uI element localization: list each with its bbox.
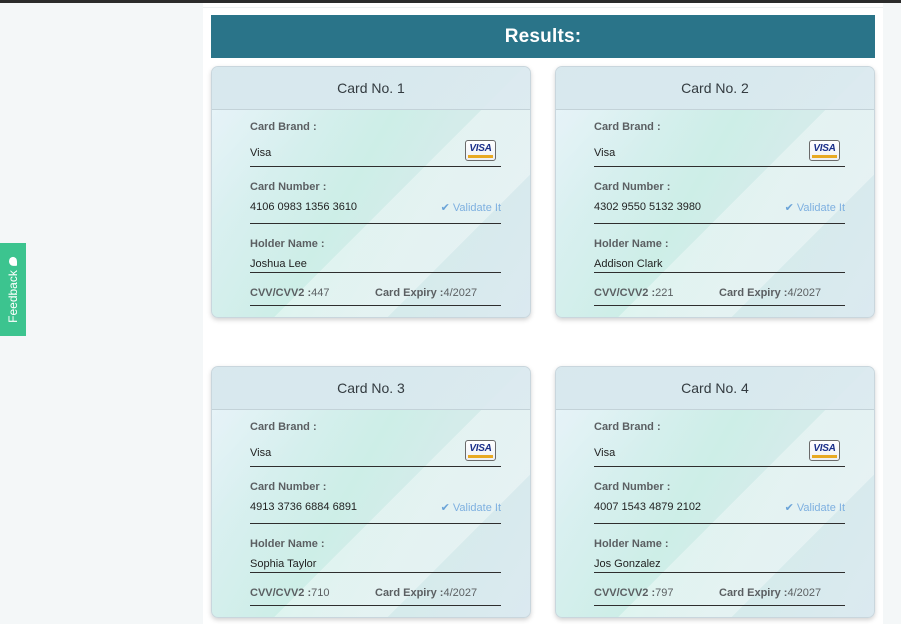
results-header: Results: bbox=[211, 15, 875, 58]
cvv-value: 221 bbox=[655, 287, 674, 299]
visa-logo-text: VISA bbox=[469, 143, 492, 154]
visa-logo-text: VISA bbox=[813, 443, 836, 454]
cvv-label: CVV/CVV2 : bbox=[594, 287, 656, 299]
card-brand-label: Card Brand : bbox=[250, 121, 317, 133]
expiry-field: Card Expiry :4/2027 bbox=[375, 287, 477, 299]
panel-top-strip bbox=[203, 3, 883, 8]
validate-label: Validate It bbox=[796, 202, 845, 214]
card-brand-value: Visa bbox=[594, 147, 616, 159]
card-4: Card No. 4 Card Brand : Visa VISA Card N… bbox=[555, 366, 875, 618]
card-number-field: Card Number : 4007 1543 4879 2102 ✔ Valid… bbox=[594, 467, 845, 524]
card-number-label: Card Number : bbox=[250, 481, 327, 493]
cvv-expiry-row: CVV/CVV2 :221 Card Expiry :4/2027 bbox=[594, 273, 845, 306]
cvv-field: CVV/CVV2 :710 bbox=[250, 587, 330, 599]
visa-logo-icon: VISA bbox=[465, 140, 496, 161]
expiry-value: 4/2027 bbox=[443, 587, 478, 599]
holder-name-value: Sophia Taylor bbox=[250, 558, 317, 570]
chat-bubble-icon bbox=[9, 256, 17, 266]
visa-logo-icon: VISA bbox=[809, 140, 840, 161]
card-brand-label: Card Brand : bbox=[594, 121, 661, 133]
expiry-value: 4/2027 bbox=[443, 287, 478, 299]
check-icon: ✔ bbox=[784, 502, 794, 514]
expiry-field: Card Expiry :4/2027 bbox=[719, 587, 821, 599]
expiry-value: 4/2027 bbox=[787, 587, 822, 599]
expiry-label: Card Expiry : bbox=[719, 287, 788, 299]
card-number-value: 4106 0983 1356 3610 bbox=[250, 201, 358, 213]
card-1: Card No. 1 Card Brand : Visa VISA Card N… bbox=[211, 66, 531, 318]
visa-logo-text: VISA bbox=[469, 443, 492, 454]
holder-name-value: Addison Clark bbox=[594, 258, 663, 270]
cvv-field: CVV/CVV2 :447 bbox=[250, 287, 330, 299]
check-icon: ✔ bbox=[440, 502, 450, 514]
check-icon: ✔ bbox=[784, 202, 794, 214]
cvv-label: CVV/CVV2 : bbox=[594, 587, 656, 599]
holder-name-field: Holder Name : Addison Clark bbox=[594, 224, 845, 273]
validate-label: Validate It bbox=[452, 502, 501, 514]
card-brand-value: Visa bbox=[250, 447, 272, 459]
card-number-value: 4007 1543 4879 2102 bbox=[594, 501, 702, 513]
feedback-label: Feedback bbox=[6, 269, 20, 323]
cvv-value: 710 bbox=[311, 587, 330, 599]
card-number-label: Card Number : bbox=[250, 181, 327, 193]
expiry-field: Card Expiry :4/2027 bbox=[719, 287, 821, 299]
feedback-tab[interactable]: Feedback bbox=[0, 243, 26, 336]
card-brand-value: Visa bbox=[594, 447, 616, 459]
holder-name-field: Holder Name : Joshua Lee bbox=[250, 224, 501, 273]
card-2: Card No. 2 Card Brand : Visa VISA Card N… bbox=[555, 66, 875, 318]
card-brand-field: Card Brand : Visa VISA bbox=[250, 110, 501, 167]
card-number-field: Card Number : 4913 3736 6884 6891 ✔ Valid… bbox=[250, 467, 501, 524]
expiry-label: Card Expiry : bbox=[719, 587, 788, 599]
card-number-label: Card Number : bbox=[594, 481, 671, 493]
cvv-expiry-row: CVV/CVV2 :710 Card Expiry :4/2027 bbox=[250, 573, 501, 606]
right-gutter bbox=[883, 3, 901, 624]
card-number-field: Card Number : 4302 9550 5132 3980 ✔ Valid… bbox=[594, 167, 845, 224]
cvv-value: 447 bbox=[311, 287, 330, 299]
validate-label: Validate It bbox=[796, 502, 845, 514]
card-title: Card No. 2 bbox=[556, 67, 874, 110]
validate-link[interactable]: ✔ Validate It bbox=[441, 201, 501, 214]
expiry-label: Card Expiry : bbox=[375, 287, 444, 299]
card-brand-label: Card Brand : bbox=[594, 421, 661, 433]
card-3: Card No. 3 Card Brand : Visa VISA Card N… bbox=[211, 366, 531, 618]
cvv-field: CVV/CVV2 :221 bbox=[594, 287, 674, 299]
holder-name-label: Holder Name : bbox=[594, 538, 669, 550]
visa-logo-icon: VISA bbox=[465, 440, 496, 461]
cvv-label: CVV/CVV2 : bbox=[250, 287, 312, 299]
visa-logo-text: VISA bbox=[813, 143, 836, 154]
expiry-field: Card Expiry :4/2027 bbox=[375, 587, 477, 599]
card-number-field: Card Number : 4106 0983 1356 3610 ✔ Valid… bbox=[250, 167, 501, 224]
card-title: Card No. 3 bbox=[212, 367, 530, 410]
card-brand-label: Card Brand : bbox=[250, 421, 317, 433]
holder-name-value: Joshua Lee bbox=[250, 258, 307, 270]
cvv-expiry-row: CVV/CVV2 :447 Card Expiry :4/2027 bbox=[250, 273, 501, 306]
expiry-value: 4/2027 bbox=[787, 287, 822, 299]
cvv-expiry-row: CVV/CVV2 :797 Card Expiry :4/2027 bbox=[594, 573, 845, 606]
expiry-label: Card Expiry : bbox=[375, 587, 444, 599]
card-brand-field: Card Brand : Visa VISA bbox=[594, 110, 845, 167]
card-number-value: 4913 3736 6884 6891 bbox=[250, 501, 358, 513]
validate-label: Validate It bbox=[452, 202, 501, 214]
holder-name-value: Jos Gonzalez bbox=[594, 558, 661, 570]
visa-logo-icon: VISA bbox=[809, 440, 840, 461]
card-brand-field: Card Brand : Visa VISA bbox=[594, 410, 845, 467]
holder-name-label: Holder Name : bbox=[250, 238, 325, 250]
holder-name-field: Holder Name : Jos Gonzalez bbox=[594, 524, 845, 573]
card-brand-field: Card Brand : Visa VISA bbox=[250, 410, 501, 467]
validate-link[interactable]: ✔ Validate It bbox=[785, 501, 845, 514]
card-title: Card No. 4 bbox=[556, 367, 874, 410]
validate-link[interactable]: ✔ Validate It bbox=[785, 201, 845, 214]
check-icon: ✔ bbox=[440, 202, 450, 214]
cvv-label: CVV/CVV2 : bbox=[250, 587, 312, 599]
holder-name-field: Holder Name : Sophia Taylor bbox=[250, 524, 501, 573]
validate-link[interactable]: ✔ Validate It bbox=[441, 501, 501, 514]
holder-name-label: Holder Name : bbox=[250, 538, 325, 550]
card-number-label: Card Number : bbox=[594, 181, 671, 193]
card-number-value: 4302 9550 5132 3980 bbox=[594, 201, 702, 213]
holder-name-label: Holder Name : bbox=[594, 238, 669, 250]
cvv-field: CVV/CVV2 :797 bbox=[594, 587, 674, 599]
card-brand-value: Visa bbox=[250, 147, 272, 159]
cvv-value: 797 bbox=[655, 587, 674, 599]
card-title: Card No. 1 bbox=[212, 67, 530, 110]
